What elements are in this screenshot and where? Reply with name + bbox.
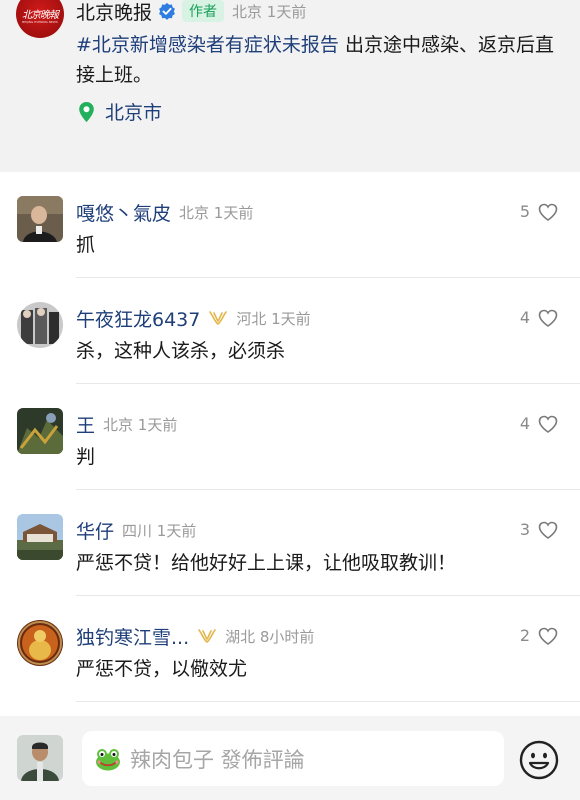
- vip-crown-icon: [198, 629, 216, 643]
- comment-meta: 湖北 8小时前: [225, 627, 315, 646]
- commenter-name[interactable]: 独钓寒江雪...: [76, 623, 189, 650]
- like-button[interactable]: 2: [520, 626, 558, 645]
- comment-input-placeholder: 辣肉包子 發佈評論: [130, 747, 305, 772]
- comment-header: 午夜狂龙6437 河北 1天前: [76, 305, 311, 331]
- like-button[interactable]: 4: [520, 308, 558, 327]
- like-count: 3: [519, 520, 530, 539]
- like-button[interactable]: 5: [520, 202, 558, 221]
- like-count: 5: [519, 202, 530, 221]
- like-button[interactable]: 3: [520, 520, 558, 539]
- heart-outline-icon: [538, 309, 558, 327]
- comment-header: 华仔 四川 1天前: [76, 517, 196, 543]
- publisher-logo-subtext: BEIJING EVENING NEWS: [22, 20, 58, 24]
- like-count: 2: [519, 626, 530, 645]
- vip-crown-icon: [209, 311, 228, 325]
- post-header: 北京晚报 作者 北京 1天前: [76, 0, 306, 25]
- heart-outline-icon: [538, 521, 558, 539]
- comment-text: 抓: [76, 234, 96, 256]
- commenter-avatar[interactable]: [17, 408, 63, 454]
- like-count: 4: [519, 308, 530, 327]
- commenter-name[interactable]: 午夜狂龙6437: [76, 305, 200, 332]
- comment-text: 杀，这种人该杀，必须杀: [76, 340, 286, 362]
- commenter-name[interactable]: 嘎悠丶氣皮: [76, 199, 171, 226]
- comment-divider: [76, 701, 580, 702]
- comment-header: 嘎悠丶氣皮 北京 1天前: [76, 199, 253, 225]
- comment-meta: 河北 1天前: [236, 309, 311, 328]
- post-location[interactable]: 北京市: [78, 98, 162, 125]
- heart-outline-icon: [538, 203, 558, 221]
- post-location-label: 北京市: [105, 102, 163, 124]
- comment-text: 严惩不贷！给他好好上上课，让他吸取教训！: [76, 552, 457, 574]
- comment-text: 判: [76, 446, 96, 468]
- heart-outline-icon: [538, 415, 558, 433]
- heart-outline-icon: [538, 627, 558, 645]
- publisher-logo-text: 北京晚報: [22, 10, 59, 21]
- like-button[interactable]: 4: [520, 414, 558, 433]
- comment-item: 华仔 四川 1天前 严惩不贷！给他好好上上课，让他吸取教训！ 3: [0, 490, 580, 596]
- comment-meta: 北京 1天前: [179, 203, 254, 222]
- comment-item: 嘎悠丶氣皮 北京 1天前 抓 5: [0, 172, 580, 278]
- post-hashtag[interactable]: #北京新增感染者有症状未报告: [76, 34, 339, 56]
- comment-item: 独钓寒江雪... 湖北 8小时前 严惩不贷，以儆效尤 2: [0, 596, 580, 702]
- like-count: 4: [519, 414, 530, 433]
- comment-header: 王 北京 1天前: [76, 411, 177, 437]
- commenter-avatar[interactable]: [17, 514, 63, 560]
- comment-item: 王 北京 1天前 判 4: [0, 384, 580, 490]
- verified-check-icon: [159, 2, 175, 20]
- post-card: 北京晚報 BEIJING EVENING NEWS 北京晚报 作者 北京 1天前…: [0, 0, 580, 172]
- comment-meta: 四川 1天前: [122, 521, 197, 540]
- post-author-name[interactable]: 北京晚报: [76, 0, 152, 25]
- location-pin-icon: [79, 101, 94, 122]
- my-avatar[interactable]: [17, 735, 63, 781]
- commenter-name[interactable]: 华仔: [76, 517, 114, 544]
- comment-header: 独钓寒江雪... 湖北 8小时前: [76, 623, 314, 649]
- comment-composer-bar: 辣肉包子 發佈評論: [0, 716, 580, 800]
- smiley-face-icon[interactable]: [519, 740, 559, 780]
- commenter-name[interactable]: 王: [76, 411, 95, 438]
- frog-emoji-icon: [96, 748, 120, 770]
- comment-input[interactable]: 辣肉包子 發佈評論: [82, 731, 504, 786]
- post-text: #北京新增感染者有症状未报告 出京途中感染、返京后直接上班。: [76, 30, 566, 90]
- comment-meta: 北京 1天前: [103, 415, 178, 434]
- post-meta: 北京 1天前: [232, 2, 307, 21]
- comment-text: 严惩不贷，以儆效尤: [76, 658, 248, 680]
- commenter-avatar[interactable]: [17, 196, 63, 242]
- comment-item: 午夜狂龙6437 河北 1天前 杀，这种人该杀，必须杀 4: [0, 278, 580, 384]
- publisher-avatar[interactable]: 北京晚報 BEIJING EVENING NEWS: [16, 0, 64, 38]
- commenter-avatar[interactable]: [17, 620, 63, 666]
- commenter-avatar[interactable]: [17, 302, 63, 348]
- author-badge: 作者: [182, 0, 225, 22]
